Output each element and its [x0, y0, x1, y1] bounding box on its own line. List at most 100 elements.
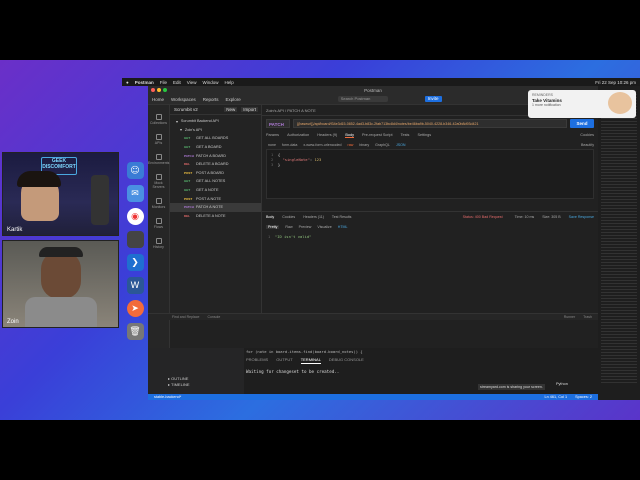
- tab-settings[interactable]: Settings: [417, 133, 431, 137]
- postman-icon[interactable]: ➤: [126, 300, 144, 317]
- vscode-icon[interactable]: ❯: [126, 254, 144, 271]
- body-opt-urlencoded[interactable]: x-www-form-urlencoded: [303, 143, 341, 147]
- request-item[interactable]: GET GET ALL BOARDS: [170, 134, 261, 143]
- resp-tab-headers[interactable]: Headers (11): [303, 215, 324, 219]
- body-opt-binary[interactable]: binary: [359, 143, 369, 147]
- rail-apis[interactable]: APIs: [148, 134, 169, 145]
- menubar-clock[interactable]: Fri 22 Sep 10:26 pm: [595, 80, 636, 85]
- request-name: GET ALL BOARDS: [196, 136, 229, 141]
- collection-root[interactable]: ▾ Scrumbit Backend API: [170, 117, 261, 126]
- language-indicator[interactable]: Python: [556, 382, 568, 386]
- body-editor[interactable]: 1 { 2 "singleNote": 123 3 }: [266, 149, 594, 199]
- body-opt-form-data[interactable]: form-data: [282, 143, 297, 147]
- postman-window: Postman Home Workspaces Reports Explore …: [148, 86, 598, 348]
- rail-collections[interactable]: Collections: [148, 114, 169, 125]
- resp-tab-body[interactable]: Body: [266, 215, 274, 219]
- rail-history[interactable]: History: [148, 238, 169, 249]
- minimize-icon[interactable]: [157, 88, 161, 92]
- request-item[interactable]: PATCH PATCH A NOTE: [170, 202, 261, 212]
- apple-icon[interactable]: ●: [126, 80, 129, 85]
- console-link[interactable]: Console: [207, 315, 220, 319]
- rail-environments[interactable]: Environments: [148, 154, 169, 165]
- branch-indicator[interactable]: stable-backend*: [154, 395, 181, 399]
- resp-tab-tests[interactable]: Test Results: [332, 215, 352, 219]
- beautify-link[interactable]: Beautify: [581, 143, 594, 147]
- nav-home[interactable]: Home: [152, 97, 164, 102]
- rail-monitors[interactable]: Monitors: [148, 198, 169, 209]
- request-item[interactable]: POST POST A BOARD: [170, 169, 261, 178]
- invite-button[interactable]: Invite: [424, 96, 442, 102]
- trash-icon[interactable]: 🗑: [126, 323, 144, 340]
- menu-view[interactable]: View: [187, 80, 197, 85]
- trash-link[interactable]: Trash: [583, 315, 592, 319]
- word-icon[interactable]: W: [126, 277, 144, 294]
- nav-explore[interactable]: Explore: [225, 97, 240, 102]
- cookies-link[interactable]: Cookies: [580, 133, 594, 137]
- mail-icon[interactable]: ✉: [126, 185, 144, 202]
- fmt-pretty[interactable]: Pretty: [266, 225, 280, 229]
- collection-name: Scrumbit Backend API: [180, 119, 219, 124]
- tab-output[interactable]: OUTPUT: [276, 356, 292, 364]
- menu-edit[interactable]: Edit: [173, 80, 181, 85]
- timeline-section[interactable]: ▸ TIMELINE: [148, 382, 244, 388]
- menubar-app[interactable]: Postman: [135, 80, 154, 85]
- fmt-select[interactable]: HTML: [338, 225, 348, 229]
- cursor-position[interactable]: Ln 461, Col 1: [545, 395, 568, 399]
- menu-file[interactable]: File: [160, 80, 167, 85]
- nav-workspaces[interactable]: Workspaces: [171, 97, 196, 102]
- terminal-output[interactable]: Waiting for changeset to be created..: [246, 369, 339, 374]
- fmt-visualize[interactable]: Visualize: [317, 225, 331, 229]
- body-opt-graphql[interactable]: GraphQL: [375, 143, 390, 147]
- resp-tab-cookies[interactable]: Cookies: [282, 215, 295, 219]
- search-input[interactable]: Search Postman: [337, 96, 388, 102]
- body-format-select[interactable]: JSON: [396, 143, 406, 147]
- tab-tests[interactable]: Tests: [401, 133, 410, 137]
- request-item[interactable]: GET GET A BOARD: [170, 143, 261, 152]
- rail-flows[interactable]: Flows: [148, 218, 169, 229]
- tab-debug-console[interactable]: DEBUG CONSOLE: [329, 356, 364, 364]
- menu-window[interactable]: Window: [202, 80, 218, 85]
- tab-problems[interactable]: PROBLEMS: [246, 356, 268, 364]
- body-opt-raw[interactable]: raw: [348, 143, 354, 147]
- method-badge: PATCH: [184, 205, 194, 210]
- collection-folder[interactable]: ▾ Zoin's API: [170, 126, 261, 135]
- request-item[interactable]: DEL DELETE A BOARD: [170, 160, 261, 169]
- tab-headers[interactable]: Headers (9): [317, 133, 337, 137]
- close-icon[interactable]: [151, 88, 155, 92]
- import-button[interactable]: Import: [241, 107, 258, 112]
- tab-body[interactable]: Body: [345, 133, 354, 138]
- method-badge: GET: [184, 145, 191, 150]
- memoji-avatar: [608, 92, 632, 114]
- menu-help[interactable]: Help: [224, 80, 233, 85]
- find-replace-link[interactable]: Find and Replace: [172, 315, 199, 319]
- url-input[interactable]: {{baseurl}}/api/board/f34e3d15-0852-4ad3…: [293, 118, 567, 128]
- request-item[interactable]: GET GET ALL NOTES: [170, 177, 261, 186]
- new-button[interactable]: New: [224, 107, 238, 112]
- finder-icon[interactable]: ☺: [126, 162, 144, 179]
- rail-mock-servers[interactable]: Mock Servers: [148, 174, 169, 189]
- notification-card[interactable]: REMINDERS Take Vitamins 1 more notificat…: [528, 90, 636, 118]
- send-button[interactable]: Send: [570, 118, 594, 128]
- save-response-button[interactable]: Save Response: [569, 215, 594, 219]
- tab-pre-request[interactable]: Pre-request Script: [362, 133, 393, 137]
- tab-terminal[interactable]: TERMINAL: [300, 356, 321, 364]
- fmt-preview[interactable]: Preview: [299, 225, 312, 229]
- fmt-raw[interactable]: Raw: [285, 225, 292, 229]
- method-select[interactable]: PATCH: [266, 118, 290, 128]
- request-item[interactable]: DEL DELETE A NOTE: [170, 212, 261, 221]
- tab-authorization[interactable]: Authorization: [287, 133, 309, 137]
- request-item[interactable]: GET GET A NOTE: [170, 186, 261, 195]
- runner-link[interactable]: Runner: [564, 315, 575, 319]
- nav-reports[interactable]: Reports: [203, 97, 219, 102]
- screen: GEEK DISCOMFORT Kartik Zoin ● Postman Fil…: [0, 60, 640, 420]
- code-minimap[interactable]: [598, 86, 640, 400]
- indent-setting[interactable]: Spaces: 2: [575, 395, 592, 399]
- chrome-icon[interactable]: ◉: [126, 208, 144, 225]
- body-opt-none[interactable]: none: [268, 143, 276, 147]
- workspace-name[interactable]: Scrumbit v2: [174, 107, 198, 112]
- request-item[interactable]: PATCH PATCH A BOARD: [170, 151, 261, 160]
- request-name: GET A NOTE: [196, 188, 219, 193]
- request-item[interactable]: POST POST A NOTE: [170, 194, 261, 203]
- tab-params[interactable]: Params: [266, 133, 279, 137]
- maximize-icon[interactable]: [163, 88, 167, 92]
